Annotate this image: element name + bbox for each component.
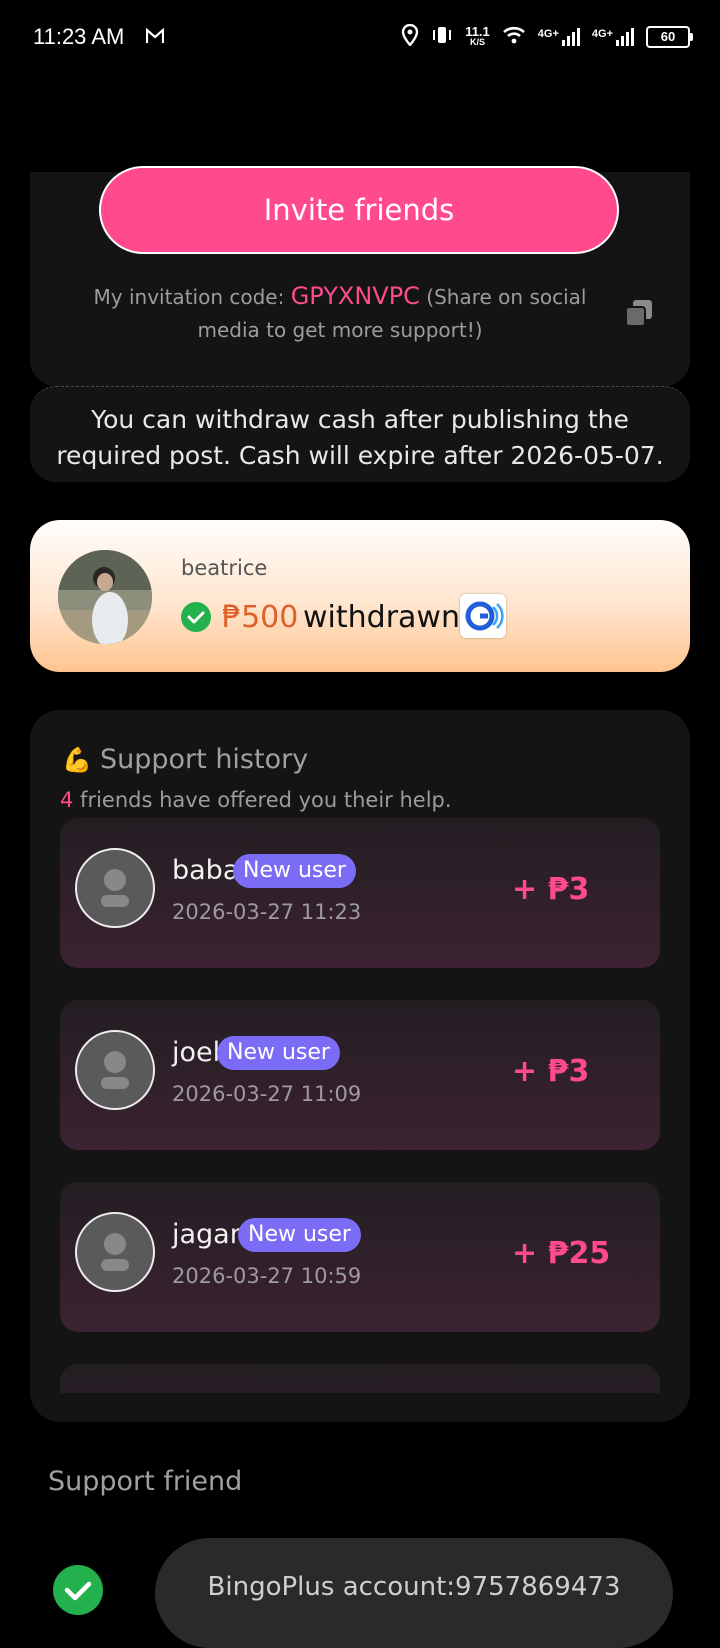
new-user-badge: New user — [217, 1036, 340, 1070]
withdraw-label: withdrawn — [303, 600, 460, 635]
check-circle-icon — [53, 1565, 103, 1619]
friend-name: joel — [172, 1037, 221, 1068]
invitation-code: GPYXNVPC — [290, 282, 420, 310]
support-history-list[interactable]: baba New user 2026-03-27 11:23 + ₱3 joel… — [60, 818, 660, 1393]
battery-icon: 60 — [646, 25, 693, 48]
new-user-badge: New user — [233, 854, 356, 888]
support-friend-title: Support friend — [48, 1466, 243, 1497]
list-item: baba New user 2026-03-27 11:23 + ₱3 — [60, 818, 660, 968]
signal-icon-sim1: 4G+ — [538, 27, 580, 46]
support-history-title: Support history — [100, 744, 309, 775]
support-subtitle-text: friends have offered you their help. — [73, 788, 452, 812]
support-amount: + ₱3 — [512, 1054, 590, 1089]
location-icon — [401, 23, 419, 49]
avatar — [58, 550, 152, 644]
wifi-icon — [502, 26, 526, 47]
gcash-logo-icon — [460, 594, 506, 638]
check-circle-icon — [181, 602, 211, 636]
friend-name: jagan — [172, 1219, 247, 1250]
default-avatar-icon — [75, 848, 155, 928]
support-amount: + ₱3 — [512, 872, 590, 907]
bingoplus-account: BingoPlus account:9757869473 — [207, 1572, 621, 1602]
net-speed: 11.1 K/S — [465, 23, 490, 47]
friend-name: baba — [172, 855, 240, 886]
list-item — [60, 1364, 660, 1393]
vibrate-icon — [431, 25, 453, 48]
gmail-icon — [145, 27, 165, 48]
invitation-code-text: My invitation code: GPYXNVPC (Share on s… — [80, 280, 600, 347]
default-avatar-icon — [75, 1030, 155, 1110]
support-history-subtitle: 4 friends have offered you their help. — [60, 788, 452, 812]
invitation-code-label: My invitation code: — [93, 285, 291, 309]
withdraw-user-name: beatrice — [181, 556, 268, 580]
support-time: 2026-03-27 11:09 — [172, 1082, 362, 1106]
list-item: joel New user 2026-03-27 11:09 + ₱3 — [60, 1000, 660, 1150]
default-avatar-icon — [75, 1212, 155, 1292]
status-time: 11:23 AM — [33, 24, 125, 49]
copy-icon[interactable] — [624, 298, 654, 332]
withdraw-notice-text: You can withdraw cash after publishing t… — [56, 405, 664, 470]
new-user-badge: New user — [238, 1218, 361, 1252]
flexed-biceps-icon: 💪 — [62, 746, 92, 774]
invite-friends-button[interactable]: Invite friends — [99, 166, 619, 254]
withdraw-amount: ₱500 — [222, 600, 299, 635]
signal-icon-sim2: 4G+ — [592, 27, 634, 46]
support-time: 2026-03-27 10:59 — [172, 1264, 362, 1288]
support-amount: + ₱25 — [512, 1236, 611, 1271]
support-count: 4 — [60, 788, 74, 812]
status-icons: 11.1 K/S 4G+ 4G+ 60 — [401, 23, 693, 49]
list-item: jagan New user 2026-03-27 10:59 + ₱25 — [60, 1182, 660, 1332]
support-time: 2026-03-27 11:23 — [172, 900, 362, 924]
